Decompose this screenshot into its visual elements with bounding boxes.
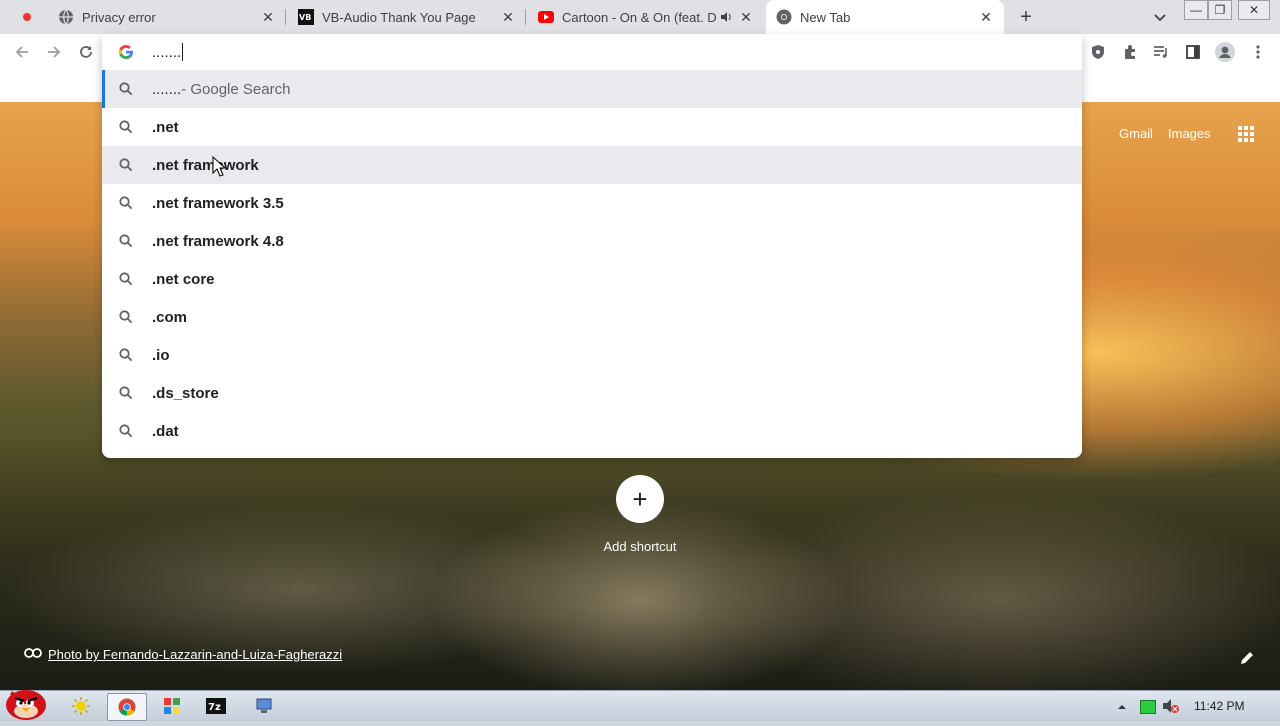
- suggestion-row[interactable]: ....... - Google Search: [102, 70, 1082, 108]
- record-icon[interactable]: [20, 10, 34, 24]
- google-icon: [118, 44, 134, 60]
- gmail-link[interactable]: Gmail: [1119, 126, 1153, 141]
- vb-audio-icon: VB: [298, 9, 314, 25]
- taskbar-remote-desktop-icon[interactable]: [245, 693, 283, 719]
- suggestion-row[interactable]: .net: [102, 108, 1082, 146]
- back-button[interactable]: [9, 39, 35, 65]
- search-icon: [118, 233, 134, 249]
- chrome-icon: [776, 9, 792, 25]
- svg-text:VB: VB: [299, 13, 311, 22]
- suggestion-row[interactable]: .net framework: [102, 146, 1082, 184]
- apps-grid-icon[interactable]: [1236, 124, 1256, 144]
- minimize-button[interactable]: —: [1184, 0, 1208, 20]
- link-icon: [24, 647, 42, 662]
- profile-avatar-icon[interactable]: [1212, 39, 1238, 65]
- taskbar: 7z 11:42 PM: [0, 690, 1280, 721]
- speaker-icon[interactable]: [718, 11, 734, 23]
- search-icon: [118, 385, 134, 401]
- add-shortcut-button[interactable]: +: [616, 475, 664, 523]
- search-icon: [118, 157, 134, 173]
- suggestion-text: .net core: [152, 270, 215, 288]
- suggestion-row[interactable]: .ds_store: [102, 374, 1082, 412]
- images-link[interactable]: Images: [1168, 126, 1211, 141]
- suggestion-text: .ds_store: [152, 384, 219, 402]
- search-icon: [118, 423, 134, 439]
- close-tab-icon[interactable]: ✕: [978, 9, 994, 25]
- svg-text:7z: 7z: [208, 702, 221, 713]
- suggestion-text: .net framework 3.5: [152, 194, 284, 212]
- start-button-angry-bird-icon[interactable]: [2, 683, 50, 721]
- omnibox-input[interactable]: .......: [152, 44, 181, 61]
- suggestion-row[interactable]: .net framework 4.8: [102, 222, 1082, 260]
- search-icon: [118, 347, 134, 363]
- close-tab-icon[interactable]: ✕: [738, 9, 754, 25]
- search-icon: [118, 195, 134, 211]
- taskbar-colorful-app-icon[interactable]: [153, 693, 191, 719]
- search-icon: [118, 309, 134, 325]
- tab-new-tab[interactable]: New Tab ✕: [766, 0, 1004, 34]
- close-tab-icon[interactable]: ✕: [260, 9, 276, 25]
- tab-title: Cartoon - On & On (feat. D: [562, 9, 717, 25]
- taskbar-7zip-icon[interactable]: 7z: [197, 693, 235, 719]
- restore-button[interactable]: ❐: [1208, 0, 1232, 20]
- photo-credit[interactable]: Photo by Fernando-Lazzarin-and-Luiza-Fag…: [24, 647, 342, 662]
- tab-title: VB-Audio Thank You Page: [322, 9, 476, 25]
- extensions-icon[interactable]: [1117, 39, 1143, 65]
- tab-title: New Tab: [800, 9, 851, 25]
- suggestion-text: .net framework 4.8: [152, 232, 284, 250]
- suggestion-row[interactable]: .com: [102, 298, 1082, 336]
- youtube-icon: [538, 9, 554, 25]
- suggestion-row[interactable]: .dat: [102, 412, 1082, 450]
- new-tab-button[interactable]: +: [1014, 6, 1038, 28]
- tab-youtube[interactable]: Cartoon - On & On (feat. D ✕: [528, 0, 764, 34]
- media-control-icon[interactable]: [1148, 39, 1174, 65]
- tab-privacy-error[interactable]: Privacy error ✕: [48, 0, 286, 34]
- search-icon: [118, 81, 134, 97]
- suggestion-row[interactable]: .net core: [102, 260, 1082, 298]
- taskbar-clock[interactable]: 11:42 PM: [1194, 699, 1244, 713]
- suggestion-typed: .......: [152, 80, 182, 98]
- close-window-button[interactable]: ✕: [1238, 0, 1270, 20]
- suggestion-text: .net framework: [152, 156, 259, 174]
- suggestion-row[interactable]: .io: [102, 336, 1082, 374]
- tab-title: Privacy error: [82, 9, 156, 25]
- taskbar-chrome-icon[interactable]: [107, 693, 147, 721]
- side-panel-icon[interactable]: [1180, 39, 1206, 65]
- suggestion-text: .com: [152, 308, 188, 326]
- reload-button[interactable]: [73, 39, 99, 65]
- suggestion-text: - Google Search: [181, 80, 291, 98]
- forward-button[interactable]: [41, 39, 67, 65]
- close-tab-icon[interactable]: ✕: [500, 9, 516, 25]
- search-icon: [118, 119, 134, 135]
- tray-volume-muted-icon[interactable]: [1162, 698, 1180, 714]
- tray-show-hidden-icon[interactable]: [1116, 700, 1128, 712]
- mouse-cursor-icon: [211, 155, 227, 178]
- text-caret: [182, 43, 184, 61]
- shield-icon[interactable]: [1085, 39, 1111, 65]
- address-bar[interactable]: .......: [102, 34, 1082, 70]
- suggestion-text: .dat: [152, 422, 179, 440]
- photo-credit-link[interactable]: Photo by Fernando-Lazzarin-and-Luiza-Fag…: [48, 647, 342, 662]
- tray-battery-icon[interactable]: [1140, 700, 1156, 714]
- omnibox-dropdown: ....... ....... - Google Search .net .ne…: [102, 34, 1082, 458]
- add-shortcut-label: Add shortcut: [603, 539, 677, 554]
- suggestion-text: .io: [152, 346, 170, 364]
- taskbar-sun-app-icon[interactable]: [62, 693, 100, 719]
- suggestion-row[interactable]: .net framework 3.5: [102, 184, 1082, 222]
- customize-pencil-icon[interactable]: [1238, 649, 1256, 667]
- search-icon: [118, 271, 134, 287]
- tab-vb-audio[interactable]: VB VB-Audio Thank You Page ✕: [288, 0, 526, 34]
- tab-strip: Privacy error ✕ VB VB-Audio Thank You Pa…: [0, 0, 1280, 34]
- menu-kebab-icon[interactable]: [1245, 39, 1271, 65]
- suggestion-text: .net: [152, 118, 179, 136]
- globe-icon: [58, 9, 74, 25]
- plus-icon: +: [632, 483, 648, 514]
- tab-search-chevron-icon[interactable]: [1152, 9, 1168, 25]
